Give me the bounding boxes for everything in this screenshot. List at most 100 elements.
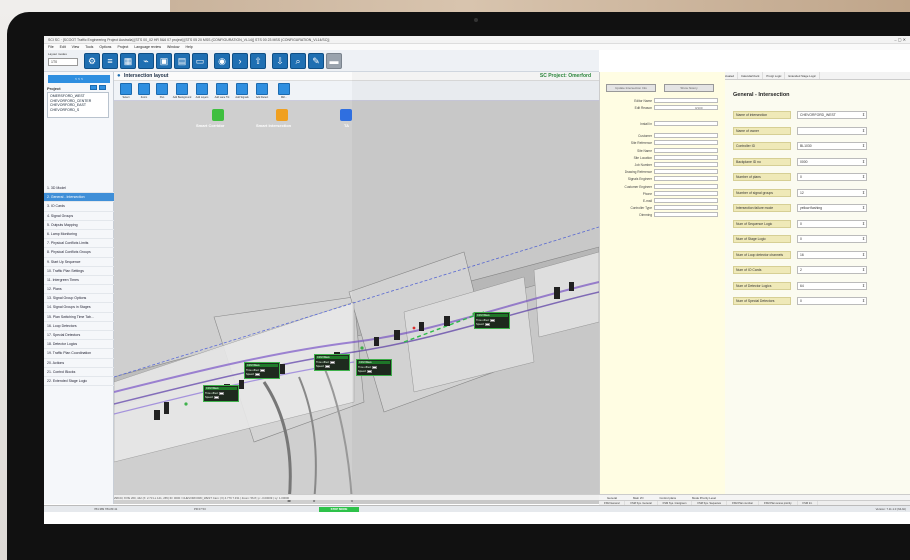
- general-value[interactable]: CHEVORFORD_WEST: [797, 111, 867, 119]
- chat-icon[interactable]: ▬: [326, 53, 342, 69]
- spinner-icon[interactable]: ⇕: [861, 221, 866, 227]
- layout-tool-7-icon[interactable]: [256, 83, 268, 95]
- nav-item[interactable]: 15. Plan Switching Time Tab...: [44, 313, 114, 322]
- nav-item[interactable]: 6. Lamp Monitoring: [44, 230, 114, 240]
- monitor-icon[interactable]: ▭: [192, 53, 208, 69]
- tree-item[interactable]: CHEVORFORD_S: [50, 108, 106, 113]
- nav-item[interactable]: 9. Start Up Sequence: [44, 258, 114, 267]
- nav-item[interactable]: 13. Signal Group Options: [44, 294, 114, 304]
- layout-tool-5-icon[interactable]: [216, 83, 228, 95]
- spinner-icon[interactable]: ⇕: [861, 205, 866, 211]
- nav-item[interactable]: 21. Control Blocks: [44, 368, 114, 377]
- open-project-icon[interactable]: [99, 85, 106, 90]
- form-input[interactable]: [654, 140, 718, 146]
- layout-tool-6-icon[interactable]: [236, 83, 248, 95]
- layout-tool-2-icon[interactable]: [156, 83, 168, 95]
- nav-item[interactable]: 2. General - Intersection: [44, 193, 114, 203]
- general-value[interactable]: 64: [797, 281, 867, 290]
- network-icon[interactable]: ⚙: [84, 53, 100, 69]
- spinner-icon[interactable]: ⇕: [861, 298, 866, 304]
- terminal-icon[interactable]: ›: [232, 53, 248, 69]
- layout-tool-0-icon[interactable]: [120, 83, 132, 95]
- general-value[interactable]: yellow flashing: [797, 204, 867, 212]
- layout-tool-3-icon[interactable]: [176, 83, 188, 95]
- general-value[interactable]: 12: [797, 188, 867, 197]
- eye-icon[interactable]: ◉: [214, 53, 230, 69]
- layout-tool-4-icon[interactable]: [196, 83, 208, 95]
- nav-item[interactable]: 10. Traffic Plan Settings: [44, 267, 114, 276]
- signal-wave-box[interactable]: C1M Wave Time offset: Speed:: [203, 385, 239, 402]
- layout-tool-8-icon[interactable]: [278, 83, 290, 95]
- spinner-icon[interactable]: ⇕: [861, 283, 866, 289]
- signal-wave-box[interactable]: C1M Wave Time offset: Speed:: [314, 354, 350, 371]
- nav-item[interactable]: 14. Signal Groups in Stages: [44, 303, 114, 313]
- form-input[interactable]: [654, 190, 718, 196]
- show-history-button[interactable]: Show history: [664, 84, 714, 92]
- offset-field[interactable]: [330, 360, 336, 364]
- nav-item[interactable]: 5. Outputs Mapping: [44, 221, 114, 230]
- upload-icon[interactable]: ⇧: [250, 53, 266, 69]
- window-controls[interactable]: – ▢ ✕: [894, 36, 906, 44]
- tab-item[interactable]: CalendarClock: [738, 72, 764, 79]
- add-project-icon[interactable]: [90, 85, 97, 90]
- grid-icon[interactable]: ▦: [120, 53, 136, 69]
- layout-tool-1-icon[interactable]: [138, 83, 150, 95]
- layout-select[interactable]: 1T0: [48, 58, 78, 66]
- general-value[interactable]: BL1030: [797, 142, 867, 150]
- form-input[interactable]: [654, 147, 718, 153]
- speed-field[interactable]: [214, 396, 220, 400]
- nav-item[interactable]: 19. Traffic Plan Coordination: [44, 349, 114, 359]
- offset-field[interactable]: [260, 368, 266, 372]
- general-value[interactable]: 0: [797, 173, 867, 181]
- nav-item[interactable]: 4. Signal Groups: [44, 212, 114, 221]
- general-value[interactable]: 2: [797, 266, 867, 274]
- general-value[interactable]: 0: [797, 219, 867, 228]
- offset-field[interactable]: [219, 391, 225, 395]
- nav-item[interactable]: 3. IO Cards: [44, 202, 114, 212]
- form-input[interactable]: [654, 176, 718, 182]
- update-info-button[interactable]: Update Intersection Info: [606, 84, 656, 92]
- download-icon[interactable]: ⇩: [272, 53, 288, 69]
- spinner-icon[interactable]: ⇕: [861, 174, 866, 180]
- tab-item[interactable]: Extended Stage Logic: [785, 72, 820, 79]
- form-input[interactable]: [654, 154, 718, 160]
- spinner-icon[interactable]: ⇕: [861, 128, 866, 134]
- spinner-icon[interactable]: ⇕: [861, 190, 866, 196]
- spinner-icon[interactable]: ⇕: [861, 143, 866, 149]
- sliders-icon[interactable]: ≡: [102, 53, 118, 69]
- general-value[interactable]: 0: [797, 297, 867, 305]
- tools-icon[interactable]: ✎: [308, 53, 324, 69]
- tab-item[interactable]: Prorgt Logic: [763, 72, 786, 79]
- speed-field[interactable]: [255, 373, 261, 377]
- spinner-icon[interactable]: ⇕: [861, 236, 866, 242]
- spinner-icon[interactable]: ⇕: [861, 159, 866, 165]
- nav-item[interactable]: 22. Extended Stage Logic: [44, 377, 114, 387]
- form-input[interactable]: [654, 205, 718, 211]
- form-input[interactable]: [654, 183, 718, 189]
- spinner-icon[interactable]: ⇕: [861, 267, 866, 273]
- form-input[interactable]: [654, 133, 718, 139]
- nav-item[interactable]: 16. Loop Detectors: [44, 322, 114, 331]
- form-input[interactable]: [654, 162, 718, 167]
- general-value[interactable]: [797, 126, 867, 135]
- general-value[interactable]: 0: [797, 235, 867, 243]
- general-value[interactable]: 0000: [797, 157, 867, 166]
- form-input[interactable]: [654, 198, 718, 203]
- spinner-icon[interactable]: ⇕: [861, 252, 866, 258]
- nav-item[interactable]: 18. Detector Logics: [44, 340, 114, 350]
- form-input[interactable]: [654, 105, 718, 111]
- nav-item[interactable]: 8. Physical Conflicts Groups: [44, 248, 114, 258]
- nav-item[interactable]: 17. Special Detectors: [44, 331, 114, 341]
- nav-item[interactable]: 1. 3D Model: [44, 184, 114, 194]
- folder-icon[interactable]: ▤: [174, 53, 190, 69]
- nav-item[interactable]: 20. Actions: [44, 359, 114, 368]
- chart-icon[interactable]: ⌁: [138, 53, 154, 69]
- image-icon[interactable]: ▣: [156, 53, 172, 69]
- form-input[interactable]: [654, 121, 718, 127]
- form-input[interactable]: [654, 212, 718, 218]
- project-tree[interactable]: OMERSFORD_WEST CHEVORFORD_CENTER CHEVORF…: [47, 92, 109, 118]
- nav-item[interactable]: 12. Plans: [44, 285, 114, 295]
- form-input[interactable]: [654, 98, 718, 103]
- general-value[interactable]: 16: [797, 250, 867, 259]
- spinner-icon[interactable]: ⇕: [861, 112, 866, 118]
